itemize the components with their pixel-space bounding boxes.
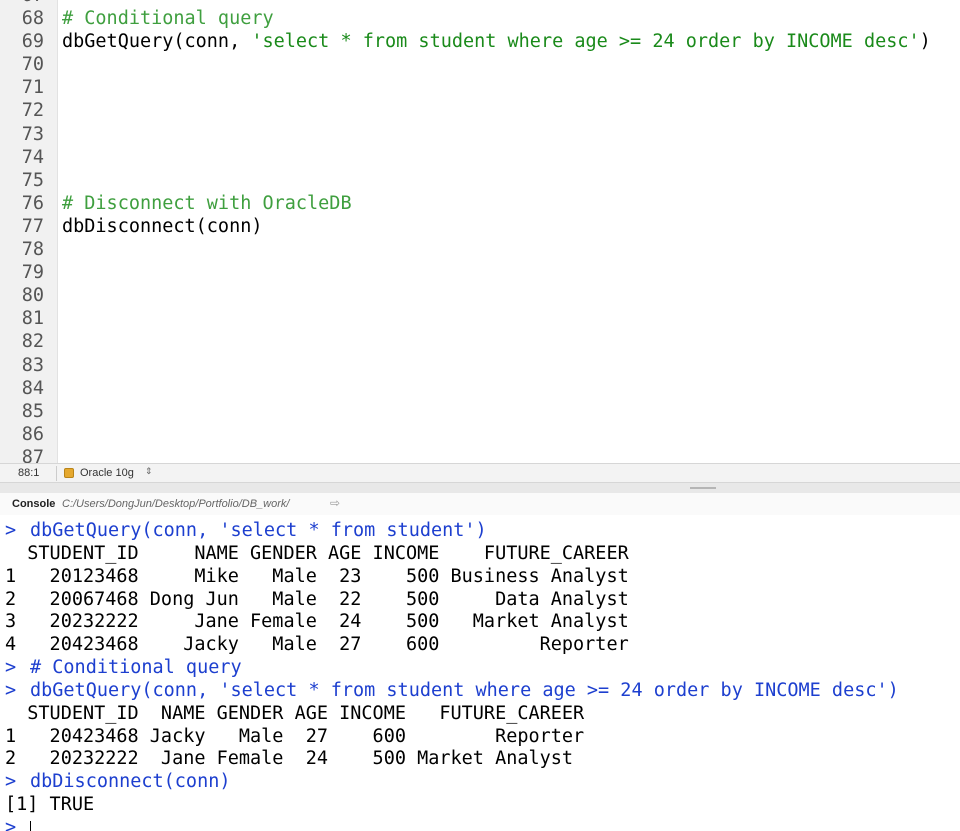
console-command-line: > # Conditional query <box>0 657 960 680</box>
editor-line[interactable]: 67 <box>0 0 960 7</box>
line-number: 87 <box>21 446 44 463</box>
line-number: 81 <box>21 308 44 330</box>
line-number: 83 <box>21 354 44 376</box>
language-selector[interactable]: Oracle 10g <box>80 467 134 479</box>
splitter-grip[interactable] <box>690 487 716 489</box>
console-input-prompt: > <box>5 816 17 831</box>
editor-line[interactable]: 82 <box>0 330 960 353</box>
console-header: Console C:/Users/DongJun/Desktop/Portfol… <box>0 493 960 515</box>
console-output-text: STUDENT_ID NAME GENDER AGE INCOME FUTURE… <box>5 542 629 564</box>
editor-line[interactable]: 85 <box>0 400 960 423</box>
line-number: 85 <box>21 400 44 422</box>
console-prompt: > <box>5 679 17 701</box>
editor-line[interactable]: 86 <box>0 423 960 446</box>
editor-line[interactable]: 78 <box>0 238 960 261</box>
console-tab-title[interactable]: Console <box>12 498 55 510</box>
code-text[interactable]: dbGetQuery(conn, 'select * from student … <box>62 30 931 53</box>
console-output-text: 1 20423468 Jacky Male 27 600 Reporter <box>5 725 585 747</box>
editor-line[interactable]: 72 <box>0 99 960 122</box>
editor-line[interactable]: 69 dbGetQuery(conn, 'select * from studen… <box>0 30 960 53</box>
line-number: 77 <box>21 215 44 237</box>
editor-line[interactable]: 70 <box>0 53 960 76</box>
editor-line[interactable]: 81 <box>0 307 960 330</box>
console-output-line: 1 20423468 Jacky Male 27 600 Reporter <box>0 726 960 749</box>
pane-splitter[interactable] <box>0 483 960 493</box>
console-output-line: 2 20232222 Jane Female 24 500 Market Ana… <box>0 748 960 771</box>
console-output-text: 3 20232222 Jane Female 24 500 Market Ana… <box>5 611 629 633</box>
console-command: dbGetQuery(conn, 'select * from student … <box>30 679 899 701</box>
editor-line[interactable]: 87 <box>0 446 960 463</box>
goto-directory-icon[interactable]: ⇨ <box>330 496 340 510</box>
line-number: 82 <box>21 331 44 353</box>
console-prompt: > <box>5 657 17 679</box>
working-directory-path: C:/Users/DongJun/Desktop/Portfolio/DB_wo… <box>62 498 290 510</box>
console-command: dbDisconnect(conn) <box>30 771 231 793</box>
console-output-line: 1 20123468 Mike Male 23 500 Business Ana… <box>0 566 960 589</box>
console-output-line: 4 20423468 Jacky Male 27 600 Reporter <box>0 634 960 657</box>
code-text[interactable]: # Conditional query <box>62 7 274 30</box>
console-command-line: > dbDisconnect(conn) <box>0 771 960 794</box>
editor-line[interactable]: 76 # Disconnect with OracleDB <box>0 192 960 215</box>
database-icon <box>64 468 74 478</box>
editor-status-bar: 88:1 Oracle 10g ⇕ <box>0 463 960 483</box>
cursor-position: 88:1 <box>18 467 40 479</box>
editor-line[interactable]: 84 <box>0 377 960 400</box>
console-output-line: STUDENT_ID NAME GENDER AGE INCOME FUTURE… <box>0 703 960 726</box>
line-number: 76 <box>21 192 44 214</box>
console-command-line: > dbGetQuery(conn, 'select * from student… <box>0 680 960 703</box>
console-output-text: 1 20123468 Mike Male 23 500 Business Ana… <box>5 565 629 587</box>
line-number: 84 <box>21 377 44 399</box>
console-command: dbGetQuery(conn, 'select * from student'… <box>30 520 487 541</box>
status-divider <box>56 466 57 481</box>
line-number: 71 <box>21 77 44 99</box>
editor-line[interactable]: 80 <box>0 284 960 307</box>
line-number: 79 <box>21 262 44 284</box>
text-caret <box>30 820 31 831</box>
console-output-text: 4 20423468 Jacky Male 27 600 Reporter <box>5 634 629 656</box>
code-text[interactable]: dbDisconnect(conn) <box>62 215 262 238</box>
editor-line[interactable]: 75 <box>0 169 960 192</box>
source-editor[interactable]: 6768 # Conditional query 69 dbGetQuery(conn… <box>0 0 960 463</box>
line-number: 67 <box>0 0 44 7</box>
line-number: 69 <box>21 31 44 53</box>
console-input-line[interactable]: > <box>0 817 960 831</box>
editor-line[interactable]: 71 <box>0 76 960 99</box>
code-text[interactable]: # Disconnect with OracleDB <box>62 192 352 215</box>
console-command: # Conditional query <box>30 657 242 679</box>
console-output-line: STUDENT_ID NAME GENDER AGE INCOME FUTURE… <box>0 543 960 566</box>
console-output-line: 2 20067468 Dong Jun Male 22 500 Data Ana… <box>0 589 960 612</box>
editor-line[interactable]: 74 <box>0 146 960 169</box>
editor-line[interactable]: 68 # Conditional query <box>0 7 960 30</box>
console-output-text: [1] TRUE <box>5 794 95 816</box>
line-number: 80 <box>21 285 44 307</box>
line-number: 72 <box>21 100 44 122</box>
line-number: 75 <box>21 169 44 191</box>
console-output-text: STUDENT_ID NAME GENDER AGE INCOME FUTURE… <box>5 702 585 724</box>
console-command-line: > dbGetQuery(conn, 'select * from student… <box>0 520 960 543</box>
line-number: 74 <box>21 146 44 168</box>
console-output[interactable]: > dbGetQuery(conn, 'select * from student… <box>0 515 960 831</box>
line-number: 78 <box>21 239 44 261</box>
console-output-line: 3 20232222 Jane Female 24 500 Market Ana… <box>0 611 960 634</box>
console-prompt: > <box>5 771 17 793</box>
editor-line[interactable]: 73 <box>0 123 960 146</box>
code-area[interactable]: 6768 # Conditional query 69 dbGetQuery(conn… <box>0 0 960 463</box>
line-number: 70 <box>21 54 44 76</box>
console-output-text: 2 20232222 Jane Female 24 500 Market Ana… <box>5 748 574 770</box>
console-output-line: [1] TRUE <box>0 794 960 817</box>
line-number: 86 <box>21 423 44 445</box>
line-number: 68 <box>21 8 44 30</box>
editor-line[interactable]: 79 <box>0 261 960 284</box>
line-number: 73 <box>21 123 44 145</box>
editor-line[interactable]: 83 <box>0 354 960 377</box>
editor-line[interactable]: 77 dbDisconnect(conn) <box>0 215 960 238</box>
updown-arrows-icon[interactable]: ⇕ <box>145 466 153 477</box>
console-lines: > dbGetQuery(conn, 'select * from student… <box>0 520 960 831</box>
console-prompt: > <box>5 520 17 541</box>
console-output-text: 2 20067468 Dong Jun Male 22 500 Data Ana… <box>5 588 629 610</box>
